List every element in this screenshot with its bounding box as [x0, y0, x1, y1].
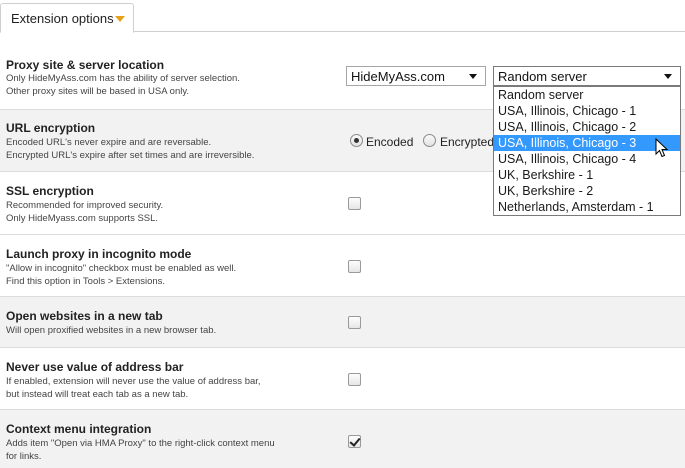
server-location-dropdown[interactable]: Random server USA, Illinois, Chicago - 1… — [493, 86, 681, 216]
option-description: Other proxy sites will be based in USA o… — [6, 86, 190, 97]
new-tab-checkbox[interactable] — [348, 316, 361, 329]
radio-encrypted-label[interactable]: Encrypted — [440, 135, 494, 149]
option-title: Context menu integration — [6, 422, 152, 436]
chevron-down-icon — [664, 74, 672, 79]
option-description: Encoded URL's never expire and are rever… — [6, 137, 212, 148]
proxy-site-select[interactable]: HideMyAss.com — [346, 66, 486, 86]
mouse-cursor-icon — [655, 138, 669, 158]
option-title: Never use value of address bar — [6, 360, 184, 374]
ssl-checkbox[interactable] — [348, 197, 361, 210]
option-description: Will open proxified websites in a new br… — [6, 325, 217, 336]
option-description: but instead will treat each tab as a new… — [6, 389, 189, 400]
server-option[interactable]: USA, Illinois, Chicago - 4 — [494, 151, 680, 167]
server-option[interactable]: UK, Berkshire - 2 — [494, 183, 680, 199]
option-description: "Allow in incognito" checkbox must be en… — [6, 263, 237, 274]
option-row-address-bar: Never use value of address bar If enable… — [0, 348, 685, 410]
option-description: Only HideMyAss.com has the ability of se… — [6, 73, 240, 84]
server-option[interactable]: USA, Illinois, Chicago - 1 — [494, 103, 680, 119]
option-title: URL encryption — [6, 121, 96, 135]
server-location-select[interactable]: Random server — [493, 66, 681, 86]
option-title: Open websites in a new tab — [6, 309, 163, 323]
server-option[interactable]: Random server — [494, 87, 680, 103]
server-option-highlighted[interactable]: USA, Illinois, Chicago - 3 — [494, 135, 680, 151]
option-row-new-tab: Open websites in a new tab Will open pro… — [0, 297, 685, 348]
radio-encoded-label[interactable]: Encoded — [366, 135, 413, 149]
server-option[interactable]: USA, Illinois, Chicago - 2 — [494, 119, 680, 135]
option-title: Proxy site & server location — [6, 58, 165, 72]
option-title: SSL encryption — [6, 184, 94, 198]
option-title: Launch proxy in incognito mode — [6, 247, 192, 261]
option-description: If enabled, extension will never use the… — [6, 376, 261, 387]
radio-encrypted[interactable] — [423, 134, 436, 147]
server-option[interactable]: UK, Berkshire - 1 — [494, 167, 680, 183]
proxy-site-value: HideMyAss.com — [351, 69, 445, 84]
incognito-checkbox[interactable] — [348, 260, 361, 273]
option-description: Encrypted URL's expire after set times a… — [6, 150, 255, 161]
option-description: for links. — [6, 451, 42, 462]
option-description: Only HideMyass.com supports SSL. — [6, 213, 159, 224]
context-menu-checkbox[interactable] — [348, 435, 361, 448]
server-option[interactable]: Netherlands, Amsterdam - 1 — [494, 199, 680, 215]
chevron-down-icon — [469, 74, 477, 79]
option-description: Find this option in Tools > Extensions. — [6, 276, 166, 287]
server-location-value: Random server — [498, 69, 587, 84]
dropdown-arrow-icon[interactable] — [115, 16, 125, 22]
tab-bar: Extension options — [0, 0, 685, 33]
radio-encoded[interactable] — [350, 134, 363, 147]
tab-label: Extension options — [11, 11, 114, 26]
option-row-context-menu: Context menu integration Adds item "Open… — [0, 410, 685, 468]
tab-extension-options[interactable]: Extension options — [0, 3, 134, 33]
option-description: Recommended for improved security. — [6, 200, 164, 211]
address-bar-checkbox[interactable] — [348, 373, 361, 386]
option-description: Adds item "Open via HMA Proxy" to the ri… — [6, 438, 275, 449]
option-row-incognito: Launch proxy in incognito mode "Allow in… — [0, 235, 685, 297]
